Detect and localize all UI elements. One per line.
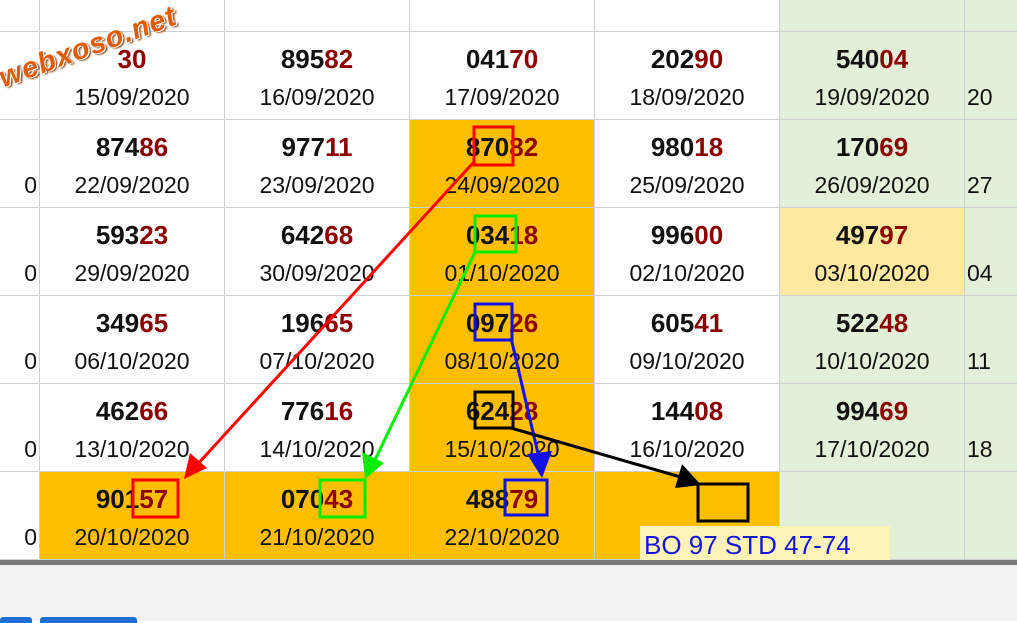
prediction-note: BO 97 STD 47-74 — [640, 526, 890, 564]
highlight-box-red-bottom — [131, 478, 180, 519]
highlight-box-blue-bottom — [503, 478, 549, 517]
highlight-box-black-top — [473, 390, 515, 430]
arrow-red — [194, 161, 475, 468]
arrow-green-head — [362, 452, 384, 479]
footer-button-2[interactable] — [40, 617, 137, 623]
highlight-box-green-bottom — [318, 478, 367, 519]
arrow-black-head — [675, 464, 701, 488]
highlight-box-red-top — [472, 125, 515, 167]
footer-button-1[interactable] — [0, 617, 32, 623]
page-footer-area — [0, 565, 1017, 621]
highlight-box-black-target — [696, 482, 750, 523]
arrow-blue — [509, 337, 542, 463]
highlight-box-blue-top — [473, 302, 514, 342]
arrow-blue-head — [527, 451, 552, 478]
arrow-green — [371, 249, 478, 465]
highlight-box-green-top — [473, 214, 518, 254]
